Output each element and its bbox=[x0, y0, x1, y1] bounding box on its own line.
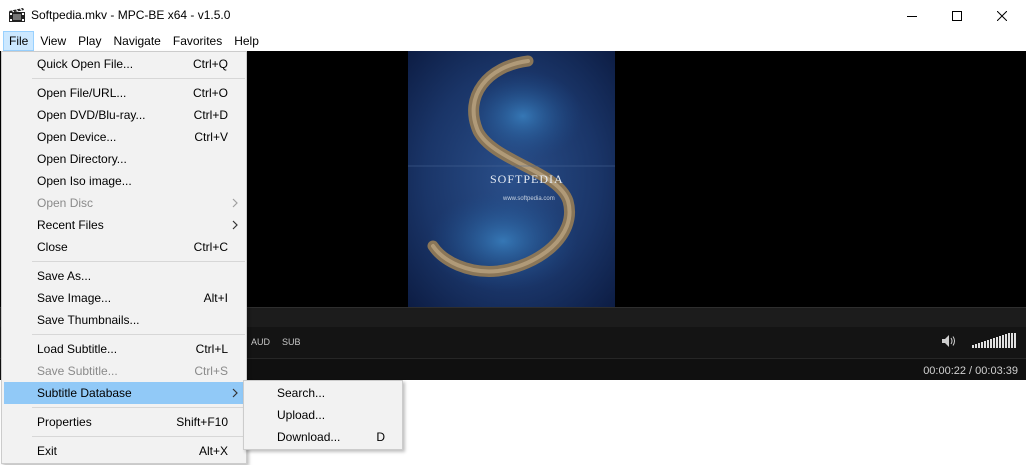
menu-separator bbox=[32, 407, 245, 408]
menu-help[interactable]: Help bbox=[228, 31, 265, 51]
menu-item-label: Open Iso image... bbox=[37, 174, 132, 188]
video-watermark-title: SOFTPEDIA bbox=[490, 172, 564, 186]
menu-bar: File View Play Navigate Favorites Help bbox=[0, 31, 1026, 51]
menu-item-label: Properties bbox=[37, 415, 92, 429]
menu-item-label: Open DVD/Blu-ray... bbox=[37, 108, 146, 122]
menu-item-save-thumbnails[interactable]: Save Thumbnails... bbox=[4, 309, 245, 331]
close-button[interactable] bbox=[979, 0, 1025, 31]
submenu-item-search[interactable]: Search... bbox=[246, 382, 401, 404]
menu-file[interactable]: File bbox=[3, 31, 35, 51]
menu-item-label: Search... bbox=[277, 386, 326, 400]
menu-item-open-disc[interactable]: Open Disc bbox=[4, 192, 245, 214]
menu-item-label: Load Subtitle... bbox=[37, 342, 118, 356]
menu-item-shortcut: Ctrl+D bbox=[193, 108, 228, 122]
menu-item-properties[interactable]: Properties Shift+F10 bbox=[4, 411, 245, 433]
menu-item-label: Close bbox=[37, 240, 68, 254]
menu-item-shortcut: Ctrl+S bbox=[194, 364, 228, 378]
time-display: 00:00:22 / 00:03:39 bbox=[923, 365, 1018, 377]
chevron-right-icon bbox=[232, 388, 238, 398]
menu-item-label: Quick Open File... bbox=[37, 57, 134, 71]
menu-item-shortcut: Ctrl+L bbox=[195, 342, 228, 356]
menu-item-label: Subtitle Database bbox=[37, 386, 132, 400]
menu-item-save-as[interactable]: Save As... bbox=[4, 265, 245, 287]
menu-item-label: Open Device... bbox=[37, 130, 117, 144]
menu-item-label: Upload... bbox=[277, 408, 326, 422]
menu-item-label: Save Thumbnails... bbox=[37, 313, 140, 327]
menu-item-label: Open Disc bbox=[37, 196, 94, 210]
menu-item-label: Open File/URL... bbox=[37, 86, 127, 100]
menu-item-subtitle-database[interactable]: Subtitle Database bbox=[4, 382, 245, 404]
menu-item-shortcut: Ctrl+V bbox=[194, 130, 228, 144]
menu-item-label: Save Subtitle... bbox=[37, 364, 118, 378]
menu-item-save-image[interactable]: Save Image... Alt+I bbox=[4, 287, 245, 309]
menu-item-load-subtitle[interactable]: Load Subtitle... Ctrl+L bbox=[4, 338, 245, 360]
menu-item-shortcut: D bbox=[376, 430, 385, 444]
menu-item-open-file[interactable]: Open File/URL... Ctrl+O bbox=[4, 82, 245, 104]
menu-navigate[interactable]: Navigate bbox=[107, 31, 166, 51]
menu-item-label: Save As... bbox=[37, 269, 92, 283]
chevron-right-icon bbox=[232, 198, 238, 208]
menu-item-quick-open[interactable]: Quick Open File... Ctrl+Q bbox=[4, 53, 245, 75]
menu-item-open-iso[interactable]: Open Iso image... bbox=[4, 170, 245, 192]
menu-favorites[interactable]: Favorites bbox=[167, 31, 228, 51]
audio-button[interactable]: AUD bbox=[251, 337, 270, 347]
menu-item-open-device[interactable]: Open Device... Ctrl+V bbox=[4, 126, 245, 148]
menu-item-label: Open Directory... bbox=[37, 152, 127, 166]
submenu-item-upload[interactable]: Upload... bbox=[246, 404, 401, 426]
menu-separator bbox=[32, 436, 245, 437]
subtitle-database-submenu: Search... Upload... Download... D bbox=[243, 380, 403, 450]
minimize-icon bbox=[907, 15, 917, 17]
menu-view[interactable]: View bbox=[34, 31, 72, 51]
menu-item-save-subtitle[interactable]: Save Subtitle... Ctrl+S bbox=[4, 360, 245, 382]
menu-item-label: Recent Files bbox=[37, 218, 104, 232]
menu-item-label: Download... bbox=[277, 430, 341, 444]
volume-slider[interactable] bbox=[972, 333, 1018, 349]
menu-item-open-directory[interactable]: Open Directory... bbox=[4, 148, 245, 170]
window-title: Softpedia.mkv - MPC-BE x64 - v1.5.0 bbox=[31, 8, 231, 22]
menu-item-exit[interactable]: Exit Alt+X bbox=[4, 440, 245, 462]
speaker-icon[interactable] bbox=[941, 334, 957, 348]
menu-separator bbox=[32, 78, 245, 79]
app-icon bbox=[9, 8, 25, 22]
menu-item-shortcut: Shift+F10 bbox=[176, 415, 228, 429]
minimize-button[interactable] bbox=[889, 0, 935, 31]
submenu-item-download[interactable]: Download... D bbox=[246, 426, 401, 448]
menu-item-shortcut: Alt+X bbox=[198, 444, 228, 458]
menu-item-recent-files[interactable]: Recent Files bbox=[4, 214, 245, 236]
menu-item-shortcut: Ctrl+Q bbox=[192, 57, 228, 71]
menu-separator bbox=[32, 334, 245, 335]
menu-separator bbox=[32, 261, 245, 262]
maximize-button[interactable] bbox=[934, 0, 980, 31]
chevron-right-icon bbox=[232, 220, 238, 230]
menu-item-shortcut: Alt+I bbox=[203, 291, 228, 305]
file-menu-dropdown: Quick Open File... Ctrl+Q Open File/URL.… bbox=[1, 51, 247, 464]
menu-item-shortcut: Ctrl+C bbox=[193, 240, 228, 254]
subtitle-button[interactable]: SUB bbox=[282, 337, 301, 347]
menu-item-label: Exit bbox=[37, 444, 58, 458]
menu-item-shortcut: Ctrl+O bbox=[192, 86, 228, 100]
menu-play[interactable]: Play bbox=[72, 31, 107, 51]
maximize-icon bbox=[952, 10, 962, 21]
menu-item-label: Save Image... bbox=[37, 291, 112, 305]
menu-item-open-dvd[interactable]: Open DVD/Blu-ray... Ctrl+D bbox=[4, 104, 245, 126]
menu-item-close[interactable]: Close Ctrl+C bbox=[4, 236, 245, 258]
title-bar[interactable]: Softpedia.mkv - MPC-BE x64 - v1.5.0 bbox=[0, 0, 1026, 31]
close-icon bbox=[997, 10, 1007, 21]
video-watermark-url: www.softpedia.com bbox=[503, 196, 555, 202]
